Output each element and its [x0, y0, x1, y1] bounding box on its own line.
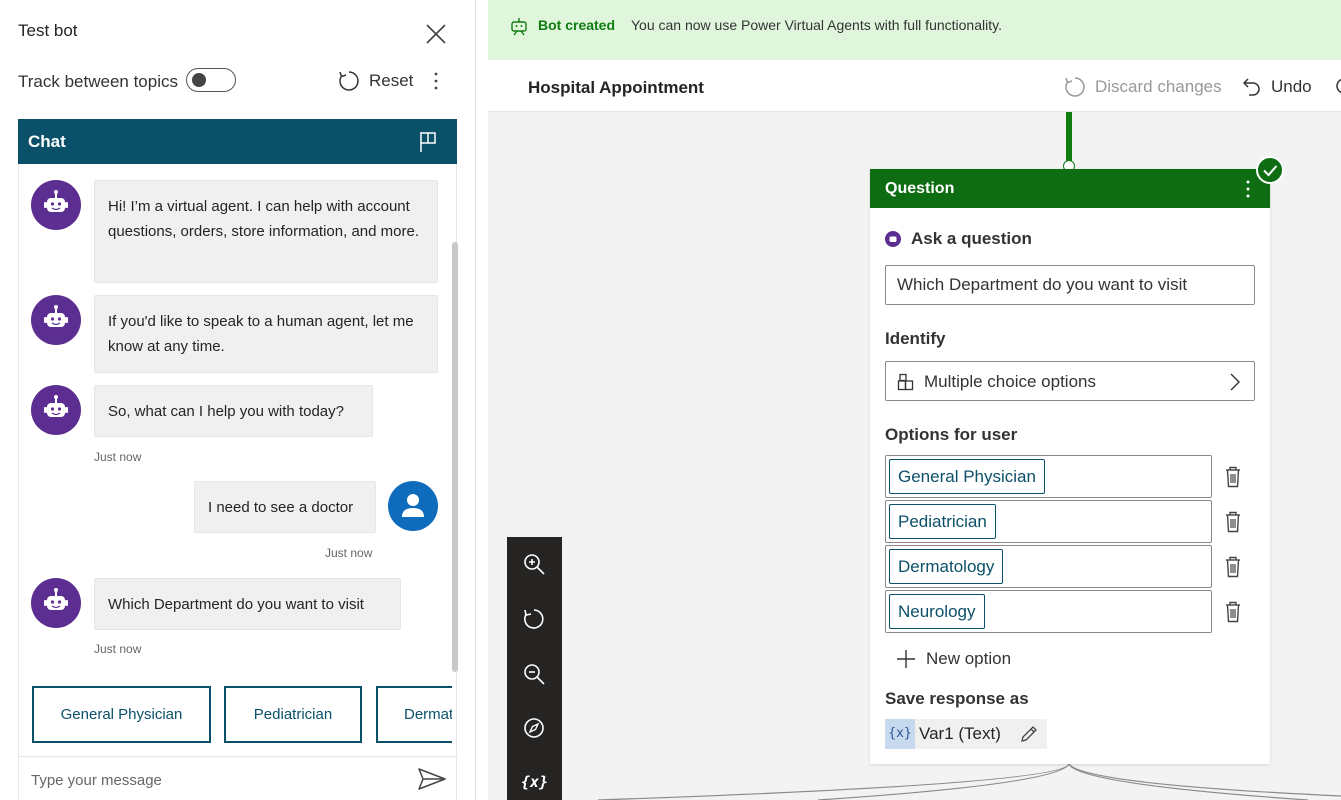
delete-icon[interactable] [1223, 555, 1243, 579]
plus-icon [897, 650, 915, 668]
option-chip-dermatology[interactable]: Dermatology [889, 549, 1004, 584]
suggested-action-general-physician[interactable]: General Physician [32, 686, 211, 743]
ask-question-row: Ask a question [885, 229, 1032, 249]
node-connector [1066, 112, 1072, 164]
discard-changes-label: Discard changes [1095, 77, 1222, 96]
refresh-icon [339, 71, 359, 91]
variable-name: Var1 (Text) [919, 724, 1001, 743]
delete-icon[interactable] [1223, 510, 1243, 534]
option-row: Neurology [885, 590, 1212, 633]
entity-icon [897, 373, 915, 391]
option-row: General Physician [885, 455, 1212, 498]
close-icon[interactable] [424, 22, 448, 46]
authoring-toolbar: Hospital Appointment Discard changes Und… [488, 60, 1341, 112]
delete-icon[interactable] [1223, 600, 1243, 624]
ask-question-label: Ask a question [911, 229, 1032, 248]
undo-button[interactable]: Undo [1242, 76, 1312, 98]
option-row: Pediatrician [885, 500, 1212, 543]
reset-button[interactable]: Reset [338, 68, 413, 94]
more-options-icon[interactable] [428, 70, 444, 92]
track-between-topics-label: Track between topics [18, 72, 178, 91]
delete-icon[interactable] [1223, 465, 1243, 489]
banner-title: Bot created [538, 17, 616, 33]
message-input-area [19, 756, 458, 800]
chat-transcript[interactable]: Hi! I’m a virtual agent. I can help with… [18, 164, 458, 800]
chevron-right-icon [1228, 372, 1242, 392]
variables-icon[interactable]: {x} [521, 769, 548, 795]
question-node-title: Question [885, 180, 955, 197]
bot-icon [885, 231, 901, 247]
reset-label: Reset [369, 71, 414, 90]
variable-badge: {x} [885, 719, 915, 749]
banner-message: You can now use Power Virtual Agents wit… [631, 17, 1002, 33]
option-chip-neurology[interactable]: Neurology [889, 594, 985, 629]
variable-chip[interactable]: {x} Var1 (Text) [885, 719, 1047, 749]
discard-icon [1065, 77, 1085, 97]
message-input[interactable] [31, 767, 401, 793]
notification-banner: Bot created You can now use Power Virtua… [488, 0, 1341, 60]
question-text-input[interactable] [885, 265, 1255, 305]
new-option-label: New option [926, 649, 1012, 668]
chat-scrollbar[interactable] [452, 242, 458, 672]
track-between-topics-toggle[interactable] [186, 68, 236, 92]
reset-view-icon[interactable] [521, 606, 547, 632]
identify-select[interactable]: Multiple choice options [885, 361, 1255, 401]
authoring-canvas[interactable]: {x} Question Ask a question Identify Mul… [488, 112, 1341, 800]
topic-title: Hospital Appointment [528, 78, 704, 97]
fit-to-screen-icon[interactable] [521, 715, 547, 741]
panel-title: Test bot [18, 21, 78, 40]
send-icon[interactable] [417, 767, 447, 791]
identify-label: Identify [885, 329, 946, 348]
option-row: Dermatology [885, 545, 1212, 588]
canvas-zoom-toolbar: {x} [507, 537, 562, 800]
discard-changes-button[interactable]: Discard changes [1064, 76, 1222, 98]
save-response-label: Save response as [885, 689, 1029, 708]
node-more-options-icon[interactable] [1238, 178, 1258, 200]
new-option-button[interactable]: New option [896, 649, 1011, 669]
undo-label: Undo [1271, 77, 1312, 96]
zoom-in-icon[interactable] [521, 551, 547, 577]
question-node-header: Question [870, 169, 1270, 208]
question-node[interactable]: Question Ask a question Identify Multipl… [870, 169, 1270, 764]
zoom-out-icon[interactable] [521, 661, 547, 687]
option-chip-pediatrician[interactable]: Pediatrician [889, 504, 996, 539]
options-for-user-label: Options for user [885, 425, 1018, 444]
identify-value: Multiple choice options [924, 372, 1096, 391]
option-chip-general-physician[interactable]: General Physician [889, 459, 1045, 494]
bot-created-icon [508, 15, 530, 37]
test-bot-panel: Test bot Track between topics Reset Chat… [0, 0, 476, 800]
suggested-action-pediatrician[interactable]: Pediatrician [224, 686, 362, 743]
undo-icon [1242, 78, 1260, 96]
pencil-icon[interactable] [1019, 724, 1039, 744]
flag-icon[interactable] [418, 131, 438, 153]
chat-title: Chat [28, 132, 66, 151]
redo-icon[interactable] [1334, 76, 1341, 96]
suggested-action-dermatology[interactable]: Dermatology [376, 686, 452, 743]
checkmark-icon [1256, 156, 1284, 184]
suggested-actions: General Physician Pediatrician Dermatolo… [19, 164, 452, 764]
chat-header: Chat [18, 119, 457, 164]
